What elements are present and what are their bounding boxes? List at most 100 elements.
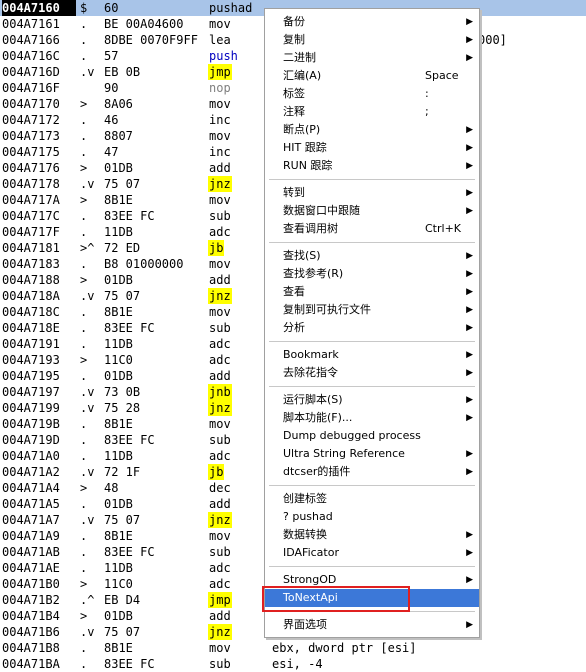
- mnemonic-cell: jb: [208, 464, 225, 480]
- mnemonic-cell: add: [209, 609, 231, 623]
- mnemonic-cell: jnb: [208, 384, 232, 400]
- jump-marker: .v: [80, 177, 95, 191]
- hex-bytes-cell: 8DBE 0070F9FF: [104, 33, 198, 47]
- submenu-arrow-icon: ▶: [466, 125, 473, 135]
- address-cell: 004A7191: [2, 337, 60, 351]
- menu-item[interactable]: 查找参考(R) ▶: [265, 265, 479, 283]
- hex-bytes-cell: 75 07: [104, 177, 141, 191]
- submenu-arrow-icon: ▶: [466, 575, 473, 585]
- address-cell: 004A71B6: [2, 625, 60, 639]
- jump-marker: .: [80, 145, 88, 159]
- submenu-arrow-icon: ▶: [466, 305, 473, 315]
- menu-item-label: 查找参考(R): [283, 267, 344, 280]
- menu-item[interactable]: dtcser的插件 ▶: [265, 463, 479, 481]
- menu-item-label: 标签: [283, 87, 305, 100]
- menu-item[interactable]: 复制 ▶: [265, 31, 479, 49]
- menu-item[interactable]: 二进制 ▶: [265, 49, 479, 67]
- hex-bytes-cell: 11DB: [104, 337, 133, 351]
- menu-item-label: RUN 跟踪: [283, 159, 333, 172]
- hex-bytes-cell: 8A06: [104, 97, 133, 111]
- jump-marker: >: [80, 273, 88, 287]
- hex-bytes-cell: 01DB: [104, 609, 133, 623]
- jump-marker: .v: [80, 465, 95, 479]
- address-cell: 004A716F: [2, 81, 60, 95]
- hex-bytes-cell: 11DB: [104, 449, 133, 463]
- menu-item[interactable]: 注释;: [265, 103, 479, 121]
- menu-item[interactable]: 界面选项 ▶: [265, 616, 479, 634]
- address-cell: 004A7195: [2, 369, 60, 383]
- menu-item[interactable]: 创建标签: [265, 490, 479, 508]
- jump-marker: >: [80, 193, 88, 207]
- menu-item[interactable]: Dump debugged process: [265, 427, 479, 445]
- menu-item[interactable]: 备份 ▶: [265, 13, 479, 31]
- mnemonic-cell: lea: [209, 33, 231, 47]
- hex-bytes-cell: 11DB: [104, 561, 133, 575]
- mnemonic-cell: jnz: [208, 400, 232, 416]
- menu-item[interactable]: 分析 ▶: [265, 319, 479, 337]
- jump-marker: .: [80, 449, 88, 463]
- menu-item-label: dtcser的插件: [283, 465, 351, 478]
- hex-bytes-cell: 8B1E: [104, 305, 133, 319]
- menu-item[interactable]: 数据窗口中跟随 ▶: [265, 202, 479, 220]
- disasm-row[interactable]: 004A71B8. 8B1E mov ebx, dword ptr [esi]: [0, 640, 586, 656]
- context-menu: 备份 ▶ 复制 ▶ 二进制 ▶ 汇编(A) Space 标签: 注释; 断点(P) ▶ HIT 跟踪 ▶ R…: [264, 8, 480, 638]
- menu-item[interactable]: 查找(S) ▶: [265, 247, 479, 265]
- menu-item[interactable]: 数据转换 ▶: [265, 526, 479, 544]
- address-cell: 004A7178: [2, 177, 60, 191]
- address-cell: 004A717A: [2, 193, 60, 207]
- menu-item[interactable]: HIT 跟踪 ▶: [265, 139, 479, 157]
- submenu-arrow-icon: ▶: [466, 395, 473, 405]
- menu-item[interactable]: Ultra String Reference ▶: [265, 445, 479, 463]
- menu-separator: [269, 341, 475, 342]
- menu-item[interactable]: 运行脚本(S) ▶: [265, 391, 479, 409]
- mnemonic-cell: sub: [209, 545, 231, 559]
- jump-marker: >^: [80, 241, 95, 255]
- submenu-arrow-icon: ▶: [466, 620, 473, 630]
- menu-item-shortcut: Space: [425, 69, 459, 82]
- submenu-arrow-icon: ▶: [466, 251, 473, 261]
- menu-item-label: 二进制: [283, 51, 316, 64]
- address-cell: 004A71B8: [2, 641, 60, 655]
- menu-item[interactable]: RUN 跟踪 ▶: [265, 157, 479, 175]
- menu-item[interactable]: 复制到可执行文件 ▶: [265, 301, 479, 319]
- menu-item[interactable]: 查看 ▶: [265, 283, 479, 301]
- address-cell: 004A719D: [2, 433, 60, 447]
- hex-bytes-cell: 83EE FC: [104, 657, 155, 671]
- menu-item[interactable]: 查看调用树 Ctrl+K: [265, 220, 479, 238]
- menu-item[interactable]: 标签:: [265, 85, 479, 103]
- hex-bytes-cell: 11C0: [104, 353, 133, 367]
- address-cell: 004A71AB: [2, 545, 60, 559]
- menu-item[interactable]: 去除花指令 ▶: [265, 364, 479, 382]
- menu-separator: [269, 242, 475, 243]
- menu-item[interactable]: Bookmark ▶: [265, 346, 479, 364]
- submenu-arrow-icon: ▶: [466, 467, 473, 477]
- menu-item[interactable]: 脚本功能(F)... ▶: [265, 409, 479, 427]
- menu-item[interactable]: IDAFicator ▶: [265, 544, 479, 562]
- menu-item[interactable]: 汇编(A) Space: [265, 67, 479, 85]
- hex-bytes-cell: 8B1E: [104, 641, 133, 655]
- disasm-row[interactable]: 004A71BA. 83EE FC sub esi, -4: [0, 656, 586, 672]
- address-cell: 004A71BA: [2, 657, 60, 671]
- jump-marker: >: [80, 577, 88, 591]
- mnemonic-cell: add: [209, 497, 231, 511]
- hex-bytes-cell: 01DB: [104, 161, 133, 175]
- jump-marker: .^: [80, 593, 95, 607]
- address-cell: 004A718E: [2, 321, 60, 335]
- mnemonic-cell: add: [209, 369, 231, 383]
- mnemonic-cell: mov: [209, 129, 231, 143]
- menu-item-label: Ultra String Reference: [283, 447, 405, 460]
- mnemonic-cell: jmp: [208, 592, 232, 608]
- menu-item[interactable]: 断点(P) ▶: [265, 121, 479, 139]
- submenu-arrow-icon: ▶: [466, 368, 473, 378]
- hex-bytes-cell: BE 00A04600: [104, 17, 184, 31]
- mnemonic-cell: jnz: [208, 176, 232, 192]
- menu-item-shortcut: :: [425, 87, 429, 100]
- jump-marker: .: [80, 657, 88, 671]
- menu-item[interactable]: 转到 ▶: [265, 184, 479, 202]
- mnemonic-cell: add: [209, 161, 231, 175]
- hex-bytes-cell: 47: [104, 145, 119, 159]
- mnemonic-cell: mov: [209, 193, 231, 207]
- menu-item[interactable]: ? pushad: [265, 508, 479, 526]
- mnemonic-cell: jnz: [208, 624, 232, 640]
- submenu-arrow-icon: ▶: [466, 323, 473, 333]
